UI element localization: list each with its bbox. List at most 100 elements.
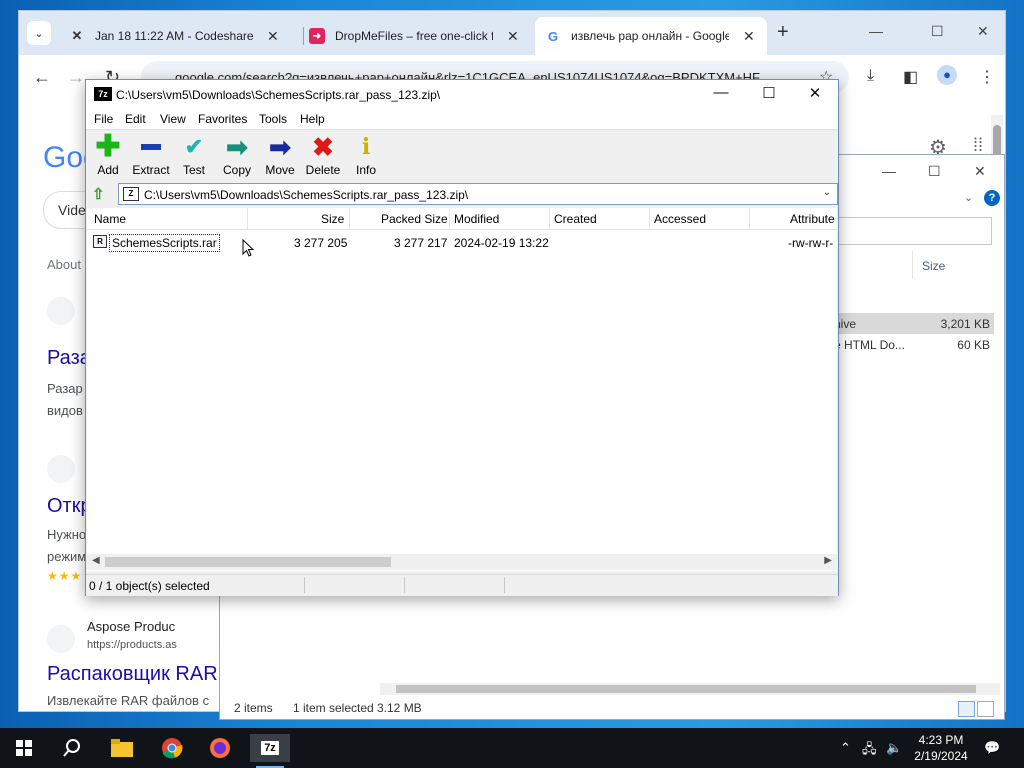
column-header-attributes[interactable]: Attribute xyxy=(790,212,835,226)
copy-button[interactable]: ➡ Copy xyxy=(215,131,259,178)
file-packed-size: 3 277 217 xyxy=(394,236,448,250)
close-icon[interactable]: ✕ xyxy=(792,84,838,102)
column-separator[interactable] xyxy=(649,208,650,230)
help-icon[interactable]: ? xyxy=(984,190,1000,206)
list-item[interactable]: hive 3,201 KB xyxy=(834,313,994,334)
column-header-created[interactable]: Created xyxy=(554,212,597,226)
column-header-accessed[interactable]: Accessed xyxy=(654,212,706,226)
column-separator[interactable] xyxy=(247,208,248,230)
search-button[interactable] xyxy=(52,734,92,762)
minimize-icon[interactable]: — xyxy=(698,84,744,101)
horizontal-scrollbar[interactable]: ◀ ▶ xyxy=(87,554,837,570)
back-icon[interactable]: ← xyxy=(33,67,51,88)
copy-icon: ➡ xyxy=(226,131,248,162)
title-bar[interactable]: 7z C:\Users\vm5\Downloads\SchemesScripts… xyxy=(86,80,838,109)
network-icon[interactable]: 🖧 xyxy=(862,740,877,762)
list-item[interactable]: e HTML Do... 60 KB xyxy=(834,334,994,355)
chrome-taskbar-button[interactable] xyxy=(152,734,192,762)
maximize-icon[interactable]: ☐ xyxy=(746,84,792,102)
volume-muted-icon[interactable]: 🔈 xyxy=(886,740,902,756)
maximize-icon[interactable]: ☐ xyxy=(931,23,944,40)
column-separator[interactable] xyxy=(549,208,550,230)
chevron-down-icon[interactable]: ⌄ xyxy=(964,191,973,204)
column-header-size[interactable]: Size xyxy=(321,212,344,226)
maximize-icon[interactable]: ☐ xyxy=(928,163,941,180)
close-icon[interactable]: ✕ xyxy=(974,163,986,180)
details-view-icon[interactable] xyxy=(958,701,975,717)
forward-icon[interactable]: → xyxy=(67,67,85,88)
result-site-name[interactable]: Aspose Produc xyxy=(87,619,175,634)
menu-dots-icon[interactable]: ⋮ xyxy=(979,67,995,87)
extract-icon xyxy=(129,134,173,160)
download-icon[interactable]: ⤓ xyxy=(867,67,874,85)
tab-google-search[interactable]: G извлечь рар онлайн - Google ✕ xyxy=(535,17,767,55)
system-clock[interactable]: 4:23 PM 2/19/2024 xyxy=(910,732,972,764)
menu-file[interactable]: File xyxy=(94,112,113,126)
tiles-view-icon[interactable] xyxy=(977,701,994,717)
chrome-icon xyxy=(162,738,183,759)
delete-label: Delete xyxy=(305,163,341,177)
path-combobox[interactable]: Z C:\Users\vm5\Downloads\SchemesScripts.… xyxy=(118,183,838,205)
info-button[interactable]: i Info xyxy=(344,134,388,177)
sidepanel-icon[interactable]: ◧ xyxy=(903,67,918,87)
chevron-up-icon[interactable]: ⌃ xyxy=(840,740,851,756)
codeshare-icon: ✕ xyxy=(71,28,83,43)
chevron-down-icon[interactable]: ⌄ xyxy=(823,187,831,198)
close-tab-icon[interactable]: ✕ xyxy=(507,28,519,45)
start-button[interactable] xyxy=(4,734,44,762)
minimize-icon[interactable]: — xyxy=(882,163,896,179)
notification-icon[interactable]: 💬 xyxy=(984,740,1000,756)
column-separator[interactable] xyxy=(749,208,750,230)
menu-view[interactable]: View xyxy=(160,112,186,126)
view-toggle[interactable] xyxy=(958,701,996,717)
file-list[interactable]: Name Size Packed Size Modified Created A… xyxy=(87,208,837,571)
table-row[interactable]: R SchemesScripts.rar 3 277 205 3 277 217… xyxy=(87,232,837,252)
close-tab-icon[interactable]: ✕ xyxy=(267,28,279,45)
add-icon: ✚ xyxy=(95,130,121,163)
profile-avatar-icon[interactable]: ● xyxy=(937,65,957,85)
scrollbar-thumb[interactable] xyxy=(396,685,976,693)
minimize-icon[interactable]: — xyxy=(869,23,883,39)
move-button[interactable]: ➡ Move xyxy=(258,131,302,178)
menu-help[interactable]: Help xyxy=(300,112,325,126)
scrollbar-thumb[interactable] xyxy=(105,557,391,567)
column-header-packed-size[interactable]: Packed Size xyxy=(381,212,448,226)
file-type: e HTML Do... xyxy=(834,338,905,352)
menu-favorites[interactable]: Favorites xyxy=(198,112,247,126)
add-button[interactable]: ✚ Add xyxy=(86,130,130,178)
column-separator[interactable] xyxy=(449,208,450,230)
delete-button[interactable]: ✖ Delete xyxy=(301,132,345,178)
column-header-name[interactable]: Name xyxy=(94,212,126,226)
search-input[interactable] xyxy=(837,217,992,245)
file-explorer-taskbar-button[interactable] xyxy=(102,734,142,762)
google-icon: G xyxy=(547,28,559,44)
firefox-taskbar-button[interactable] xyxy=(200,734,240,762)
scroll-right-icon[interactable]: ▶ xyxy=(824,555,832,566)
status-separator xyxy=(304,577,305,593)
folder-up-icon[interactable]: ⇧ xyxy=(92,185,110,203)
test-button[interactable]: ✔ Test xyxy=(172,134,216,177)
google-apps-icon[interactable]: ⁞⁞ xyxy=(973,135,983,156)
close-icon[interactable]: ✕ xyxy=(977,23,989,40)
archive-icon: Z xyxy=(123,187,139,201)
result-url[interactable]: https://products.as xyxy=(87,639,177,651)
new-tab-icon[interactable]: + xyxy=(777,21,789,44)
tab-codeshare[interactable]: ✕ Jan 18 11:22 AM - Codeshare ✕ xyxy=(59,17,289,55)
scroll-left-icon[interactable]: ◀ xyxy=(92,555,100,566)
menu-tools[interactable]: Tools xyxy=(259,112,287,126)
tab-dropmefiles[interactable]: ➜ DropMeFiles – free one-click fil ✕ xyxy=(299,17,529,55)
column-header-modified[interactable]: Modified xyxy=(454,212,499,226)
7zip-taskbar-button[interactable]: 7z xyxy=(250,734,290,768)
menu-edit[interactable]: Edit xyxy=(125,112,146,126)
move-icon: ➡ xyxy=(269,131,291,162)
column-separator[interactable] xyxy=(349,208,350,230)
close-tab-icon[interactable]: ✕ xyxy=(743,28,755,45)
result-title[interactable]: Распаковщик RAR xyxy=(47,663,218,686)
result-favicon xyxy=(47,455,75,483)
file-name[interactable]: SchemesScripts.rar xyxy=(109,234,220,252)
tab-search-button[interactable]: ⌄ xyxy=(27,21,51,45)
horizontal-scrollbar[interactable] xyxy=(380,683,1000,695)
file-modified: 2024-02-19 13:22 xyxy=(454,236,549,250)
extract-button[interactable]: Extract xyxy=(129,134,173,177)
column-header-size[interactable]: Size xyxy=(922,259,945,273)
